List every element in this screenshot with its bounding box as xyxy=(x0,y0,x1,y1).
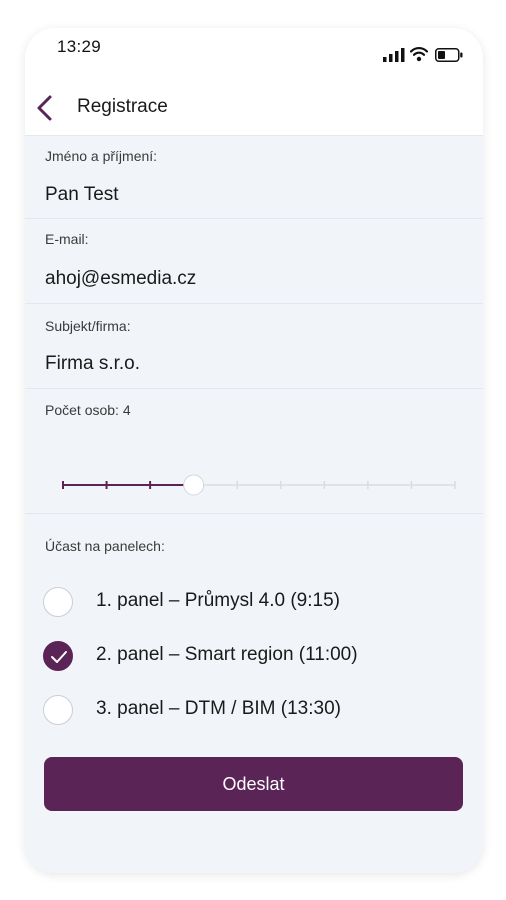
panel-3-label: 3. panel – DTM / BIM (13:30) xyxy=(96,698,341,719)
panel-2-radio[interactable] xyxy=(43,641,73,671)
status-time: 13:29 xyxy=(57,37,102,56)
name-input[interactable]: Pan Test xyxy=(45,184,119,206)
company-label: Subjekt/firma: xyxy=(45,318,131,334)
panel-3-radio[interactable] xyxy=(43,695,73,725)
page-title: Registrace xyxy=(77,96,168,117)
checkmark-icon xyxy=(51,651,67,663)
panel-2-label: 2. panel – Smart region (11:00) xyxy=(96,644,358,665)
panel-option-2[interactable]: 2. panel – Smart region (11:00) xyxy=(43,638,463,678)
signal-icon xyxy=(383,48,405,62)
panel-1-label: 1. panel – Průmysl 4.0 (9:15) xyxy=(96,590,340,611)
panel-option-3[interactable]: 3. panel – DTM / BIM (13:30) xyxy=(43,692,463,732)
slider-thumb[interactable] xyxy=(183,474,205,496)
persons-label: Počet osob: 4 xyxy=(45,402,131,418)
email-input[interactable]: ahoj@esmedia.cz xyxy=(45,268,196,290)
company-field[interactable]: Subjekt/firma: Firma s.r.o. xyxy=(25,304,483,389)
name-label: Jméno a příjmení: xyxy=(45,148,158,164)
nav-bar: Registrace xyxy=(25,80,483,136)
email-field[interactable]: E-mail: ahoj@esmedia.cz xyxy=(25,219,483,304)
back-arrow-icon[interactable] xyxy=(33,94,61,122)
wifi-icon xyxy=(410,47,428,62)
submit-button[interactable]: Odeslat xyxy=(44,757,463,811)
company-input[interactable]: Firma s.r.o. xyxy=(45,353,140,375)
battery-icon xyxy=(435,48,463,62)
panel-option-1[interactable]: 1. panel – Průmysl 4.0 (9:15) xyxy=(43,584,463,624)
status-bar: 13:29 xyxy=(25,28,483,80)
phone-screen: 13:29 Registrace Jméno a příjmení: Pan T… xyxy=(25,28,483,873)
panels-label: Účast na panelech: xyxy=(45,538,165,554)
panel-1-radio[interactable] xyxy=(43,587,73,617)
email-label: E-mail: xyxy=(45,231,89,247)
persons-slider[interactable] xyxy=(61,474,457,496)
name-field[interactable]: Jméno a příjmení: Pan Test xyxy=(25,136,483,219)
